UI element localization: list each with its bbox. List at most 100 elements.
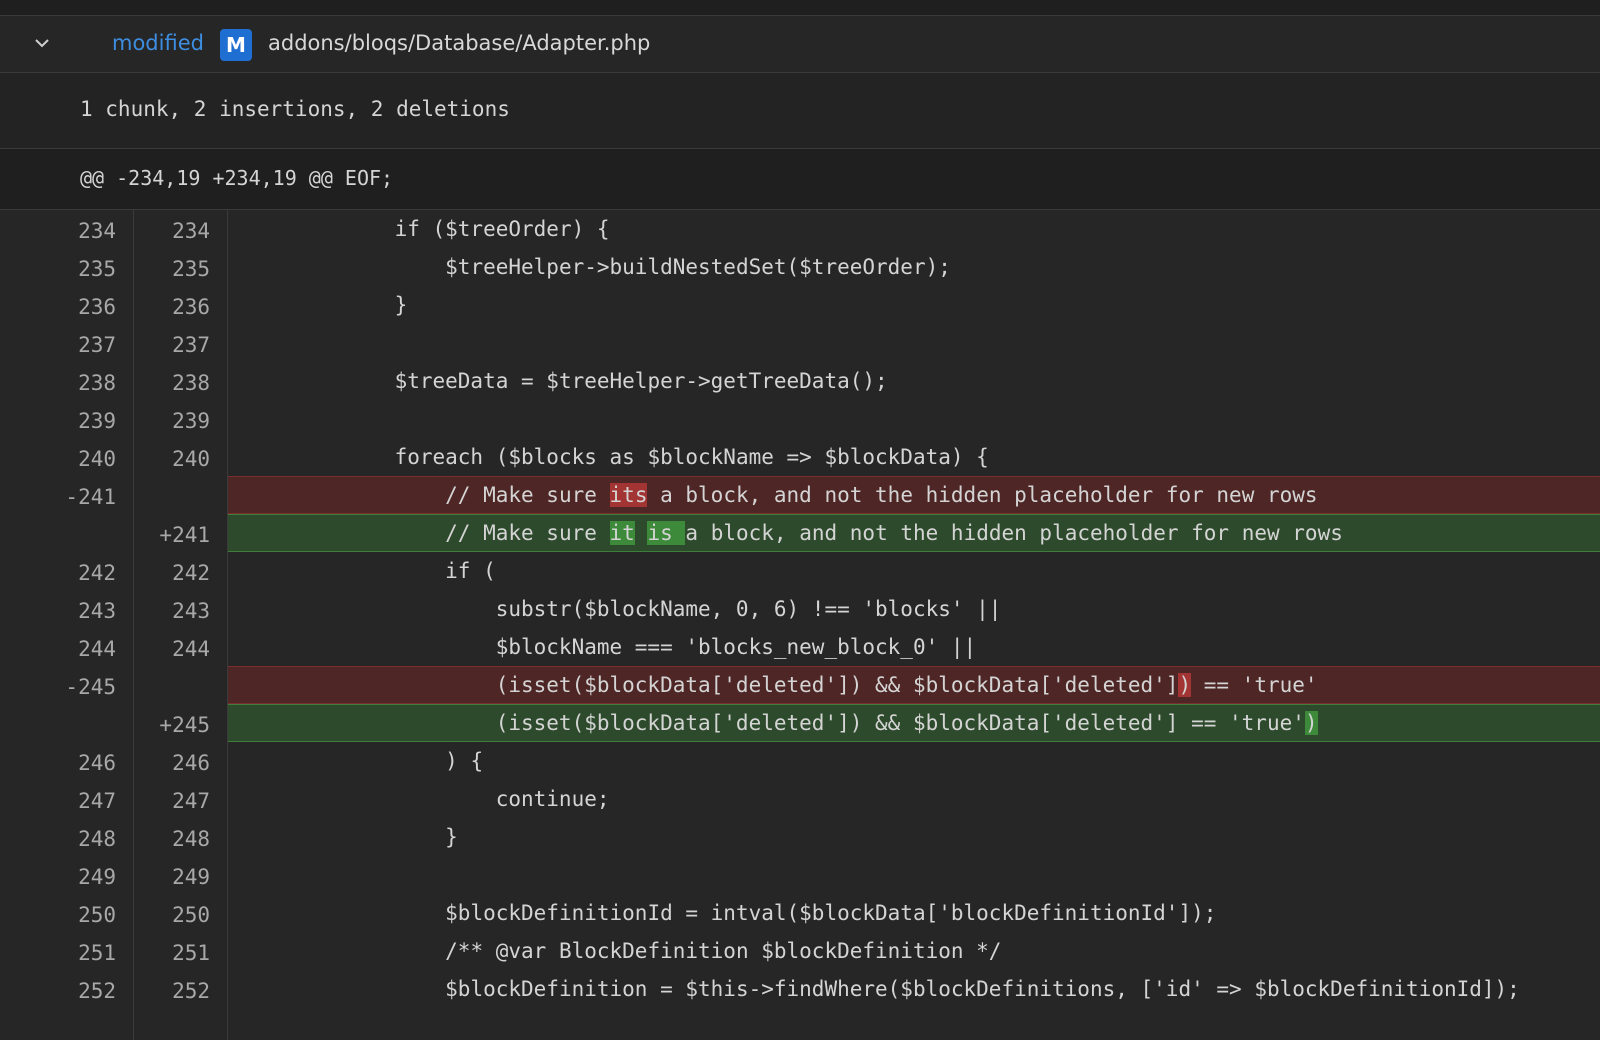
old-line-number: 251 <box>78 941 116 965</box>
line-code: if ($treeOrder) { <box>228 210 1600 248</box>
old-line-number: 249 <box>78 865 116 889</box>
file-path[interactable]: addons/bloqs/Database/Adapter.php <box>268 31 650 55</box>
code-text: if ( <box>445 559 496 583</box>
diff-line-context[interactable]: 246 246 ) { <box>0 742 1600 780</box>
line-code: foreach ($blocks as $blockName => $block… <box>228 438 1600 476</box>
diff-line-context[interactable]: 251 251 /** @var BlockDefinition $blockDe… <box>0 932 1600 970</box>
code-text: $blockName === 'blocks_new_block_0' || <box>495 635 977 659</box>
diff-line-context[interactable]: 238 238 $treeData = $treeHelper->getTreeD… <box>0 362 1600 400</box>
code-text: $blockDefinition = $this->findWhere($blo… <box>445 977 1520 1001</box>
file-status-label: modified <box>112 31 204 55</box>
removed-word-highlight: its <box>609 483 648 507</box>
line-code: $blockDefinition = $this->findWhere($blo… <box>228 970 1600 1008</box>
new-line-number: 252 <box>172 979 210 1003</box>
line-code: $treeData = $treeHelper->getTreeData(); <box>228 362 1600 400</box>
new-line-number: 236 <box>172 295 210 319</box>
old-line-number: 239 <box>78 409 116 433</box>
code-segment: == 'true' <box>1191 673 1318 697</box>
removed-word-highlight: ) <box>1178 673 1192 697</box>
new-line-number: 235 <box>172 257 210 281</box>
old-line-number: 240 <box>78 447 116 471</box>
code-text: if ($treeOrder) { <box>394 217 610 241</box>
diff-line-context[interactable]: 249 249 <box>0 856 1600 894</box>
file-header[interactable]: modified M addons/bloqs/Database/Adapter… <box>0 16 1600 73</box>
code-text: foreach ($blocks as $blockName => $block… <box>394 445 989 469</box>
new-line-number: +245 <box>159 713 210 737</box>
top-strip <box>0 0 1600 16</box>
diff-line-deleted[interactable]: -245 (isset($blockData['deleted']) && $b… <box>0 666 1600 704</box>
diff-line-context[interactable]: 247 247 continue; <box>0 780 1600 818</box>
old-line-number: -241 <box>65 485 116 509</box>
added-word-highlight: it <box>609 521 635 545</box>
new-line-number: 242 <box>172 561 210 585</box>
diff-line-context[interactable]: 235 235 $treeHelper->buildNestedSet($tree… <box>0 248 1600 286</box>
code-segment: a block, and not the hidden placeholder … <box>647 483 1318 507</box>
diff-line-context[interactable]: 237 237 <box>0 324 1600 362</box>
diff-line-context[interactable]: 242 242 if ( <box>0 552 1600 590</box>
diff-line-context[interactable]: 244 244 $blockName === 'blocks_new_block_… <box>0 628 1600 666</box>
diff-line-deleted[interactable]: -241 // Make sure its a block, and not t… <box>0 476 1600 514</box>
old-line-number: 248 <box>78 827 116 851</box>
diff-line-context[interactable]: 250 250 $blockDefinitionId = intval($bloc… <box>0 894 1600 932</box>
code-segment: (isset($blockData['deleted']) && $blockD… <box>495 673 1179 697</box>
old-line-number: 244 <box>78 637 116 661</box>
diff-line-context[interactable]: 248 248 } <box>0 818 1600 856</box>
code-text: } <box>394 293 408 317</box>
line-code: (isset($blockData['deleted']) && $blockD… <box>228 666 1600 704</box>
diff-line-context[interactable]: 252 252 $blockDefinition = $this->findWhe… <box>0 970 1600 1008</box>
code-text: continue; <box>495 787 610 811</box>
old-line-number: 243 <box>78 599 116 623</box>
line-code: // Make sure its a block, and not the hi… <box>228 476 1600 514</box>
code-segment: // Make sure <box>445 521 610 545</box>
line-code: /** @var BlockDefinition $blockDefinitio… <box>228 932 1600 970</box>
diff-line-context[interactable]: 239 239 <box>0 400 1600 438</box>
diff-lines: 234 234 if ($treeOrder) {235 235 $treeHelp… <box>0 210 1600 1008</box>
code-text: $treeData = $treeHelper->getTreeData(); <box>394 369 888 393</box>
old-line-number: 252 <box>78 979 116 1003</box>
new-line-number: 234 <box>172 219 210 243</box>
new-line-number: 240 <box>172 447 210 471</box>
code-segment: a block, and not the hidden placeholder … <box>685 521 1343 545</box>
line-code: if ( <box>228 552 1600 590</box>
hunk-header-text: @@ -234,19 +234,19 @@ EOF; <box>80 166 394 190</box>
old-line-number: 247 <box>78 789 116 813</box>
diff-line-context[interactable]: 243 243 substr($blockName, 0, 6) !== 'blo… <box>0 590 1600 628</box>
old-line-number: -245 <box>65 675 116 699</box>
new-line-number: 246 <box>172 751 210 775</box>
diff-line-inserted[interactable]: +245 (isset($blockData['deleted']) && $b… <box>0 704 1600 742</box>
diff-view: 234 234 if ($treeOrder) {235 235 $treeHelp… <box>0 210 1600 1040</box>
code-segment: (isset($blockData['deleted']) && $blockD… <box>495 711 1305 735</box>
chevron-down-icon[interactable] <box>32 33 52 53</box>
line-code: } <box>228 286 1600 324</box>
diff-line-context[interactable]: 234 234 if ($treeOrder) { <box>0 210 1600 248</box>
new-line-number: +241 <box>159 523 210 547</box>
code-text: substr($blockName, 0, 6) !== 'blocks' || <box>495 597 1002 621</box>
code-text: ) { <box>445 749 484 773</box>
new-line-number: 238 <box>172 371 210 395</box>
line-code: substr($blockName, 0, 6) !== 'blocks' || <box>228 590 1600 628</box>
added-word-highlight: ) <box>1304 711 1318 735</box>
new-line-number: 250 <box>172 903 210 927</box>
old-line-number: 236 <box>78 295 116 319</box>
diff-line-context[interactable]: 240 240 foreach ($blocks as $blockName =>… <box>0 438 1600 476</box>
line-code: (isset($blockData['deleted']) && $blockD… <box>228 704 1600 742</box>
old-line-number: 238 <box>78 371 116 395</box>
diff-line-context[interactable]: 236 236 } <box>0 286 1600 324</box>
line-code: // Make sure it is a block, and not the … <box>228 514 1600 552</box>
old-line-number: 235 <box>78 257 116 281</box>
line-code: $blockDefinitionId = intval($blockData['… <box>228 894 1600 932</box>
line-code: ) { <box>228 742 1600 780</box>
diff-line-inserted[interactable]: +241 // Make sure it is a block, and not… <box>0 514 1600 552</box>
line-code: continue; <box>228 780 1600 818</box>
new-line-number: 249 <box>172 865 210 889</box>
old-line-number: 246 <box>78 751 116 775</box>
new-line-number: 247 <box>172 789 210 813</box>
diff-summary: 1 chunk, 2 insertions, 2 deletions <box>0 73 1600 149</box>
code-segment: // Make sure <box>445 483 610 507</box>
line-code: $blockName === 'blocks_new_block_0' || <box>228 628 1600 666</box>
new-line-number: 251 <box>172 941 210 965</box>
